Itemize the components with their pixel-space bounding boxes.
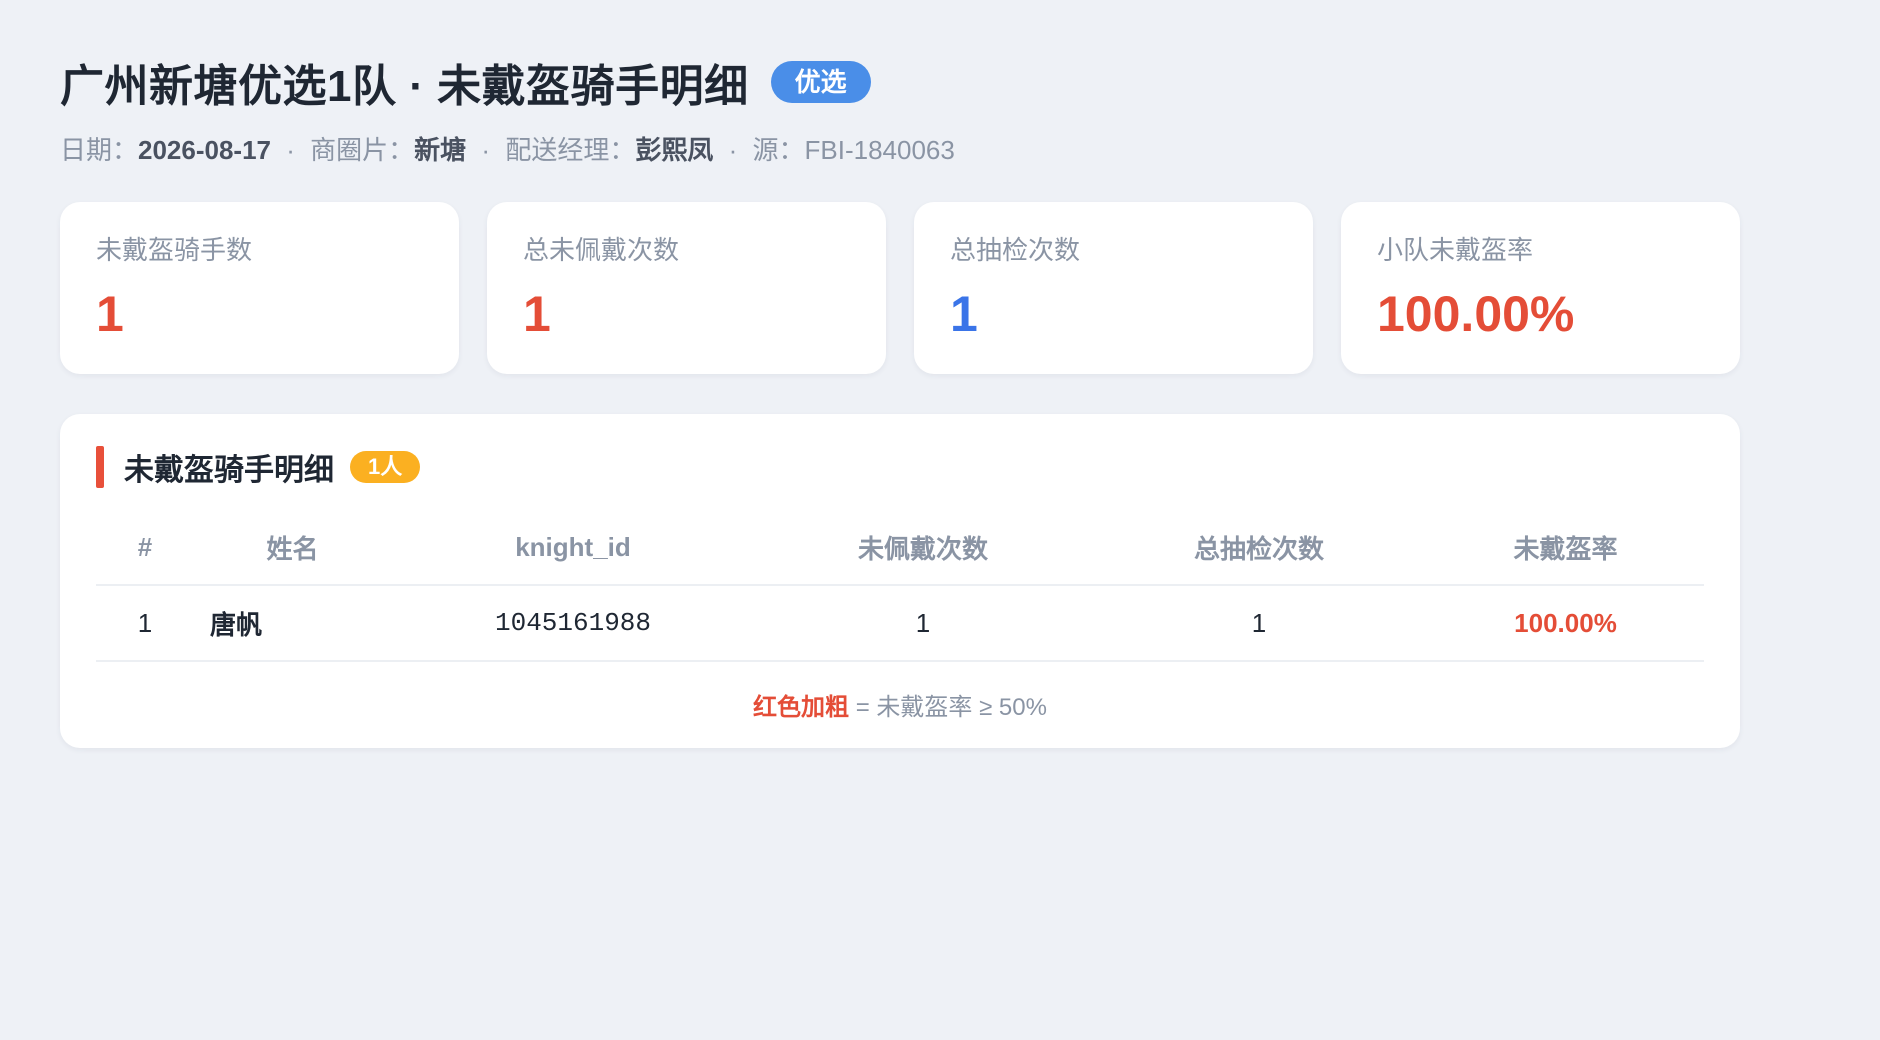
source-label: 源： [752,135,805,165]
meta-line: 日期：2026-08-17 · 商圈片：新塘 · 配送经理：彭熙凤 · 源：FB… [60,132,1820,168]
cell-rate: 100.00% [1427,585,1704,662]
date-value: 2026-08-17 [138,135,272,165]
cell-index: 1 [96,585,194,662]
separator: · [481,135,491,165]
legend-text: = 未戴盔率 ≥ 50% [849,694,1047,721]
manager-value: 彭熙凤 [635,135,714,165]
area-label: 商圈片： [310,135,415,165]
stat-label: 未戴盔骑手数 [96,235,253,265]
stats-row: 未戴盔骑手数 1 总未佩戴次数 1 总抽检次数 1 小队未戴盔率 100.00% [60,202,1820,374]
cell-check-count: 1 [1091,585,1427,662]
separator: · [728,135,738,165]
table-row[interactable]: 1 唐帆 1045161988 1 1 100.00% [96,585,1704,662]
stat-card-total-checks: 总抽检次数 1 [914,202,1313,374]
cell-knight-id: 1045161988 [391,585,755,662]
rider-table: # 姓名 knight_id 未佩戴次数 总抽检次数 未戴盔率 1 唐帆 104… [96,510,1704,662]
stat-value: 1 [950,286,978,342]
column-header-knight-id[interactable]: knight_id [391,510,755,586]
stat-card-unhelmeted-riders: 未戴盔骑手数 1 [60,202,459,374]
stat-label: 小队未戴盔率 [1377,235,1534,265]
column-header-name[interactable]: 姓名 [194,510,391,586]
stat-value: 1 [96,286,124,342]
source-value: FBI-1840063 [804,135,955,165]
separator: · [286,135,295,165]
stat-card-total-misses: 总未佩戴次数 1 [487,202,886,374]
page: 广州新塘优选1队 · 未戴盔骑手明细 优选 日期：2026-08-17 · 商圈… [0,0,1880,1040]
stat-card-team-rate: 小队未戴盔率 100.00% [1341,202,1740,374]
page-title: 广州新塘优选1队 · 未戴盔骑手明细 [60,62,749,111]
cell-miss-count: 1 [755,585,1091,662]
title-row: 广州新塘优选1队 · 未戴盔骑手明细 优选 [60,52,1820,112]
detail-card: 未戴盔骑手明细 1人 # 姓名 knight_id 未佩戴次数 总抽检次数 未戴… [60,414,1740,748]
column-header-index[interactable]: # [96,510,194,586]
manager-label: 配送经理： [505,135,636,165]
legend-note: 红色加粗 = 未戴盔率 ≥ 50% [96,692,1704,724]
stat-label: 总抽检次数 [950,235,1081,265]
legend-key: 红色加粗 [753,694,850,721]
section-accent-bar [96,446,104,488]
stat-label: 总未佩戴次数 [523,235,680,265]
date-label: 日期： [60,135,139,165]
section-header: 未戴盔骑手明细 1人 [96,446,1704,488]
column-header-check-count[interactable]: 总抽检次数 [1091,510,1427,586]
category-badge: 优选 [770,61,871,103]
section-title: 未戴盔骑手明细 [124,454,334,487]
cell-name: 唐帆 [194,585,391,662]
column-header-rate[interactable]: 未戴盔率 [1427,510,1704,586]
column-header-miss-count[interactable]: 未佩戴次数 [755,510,1091,586]
count-badge: 1人 [350,451,421,483]
table-header-row: # 姓名 knight_id 未佩戴次数 总抽检次数 未戴盔率 [96,510,1704,586]
stat-value: 100.00% [1377,286,1575,342]
area-value: 新塘 [414,135,467,165]
stat-value: 1 [523,286,551,342]
